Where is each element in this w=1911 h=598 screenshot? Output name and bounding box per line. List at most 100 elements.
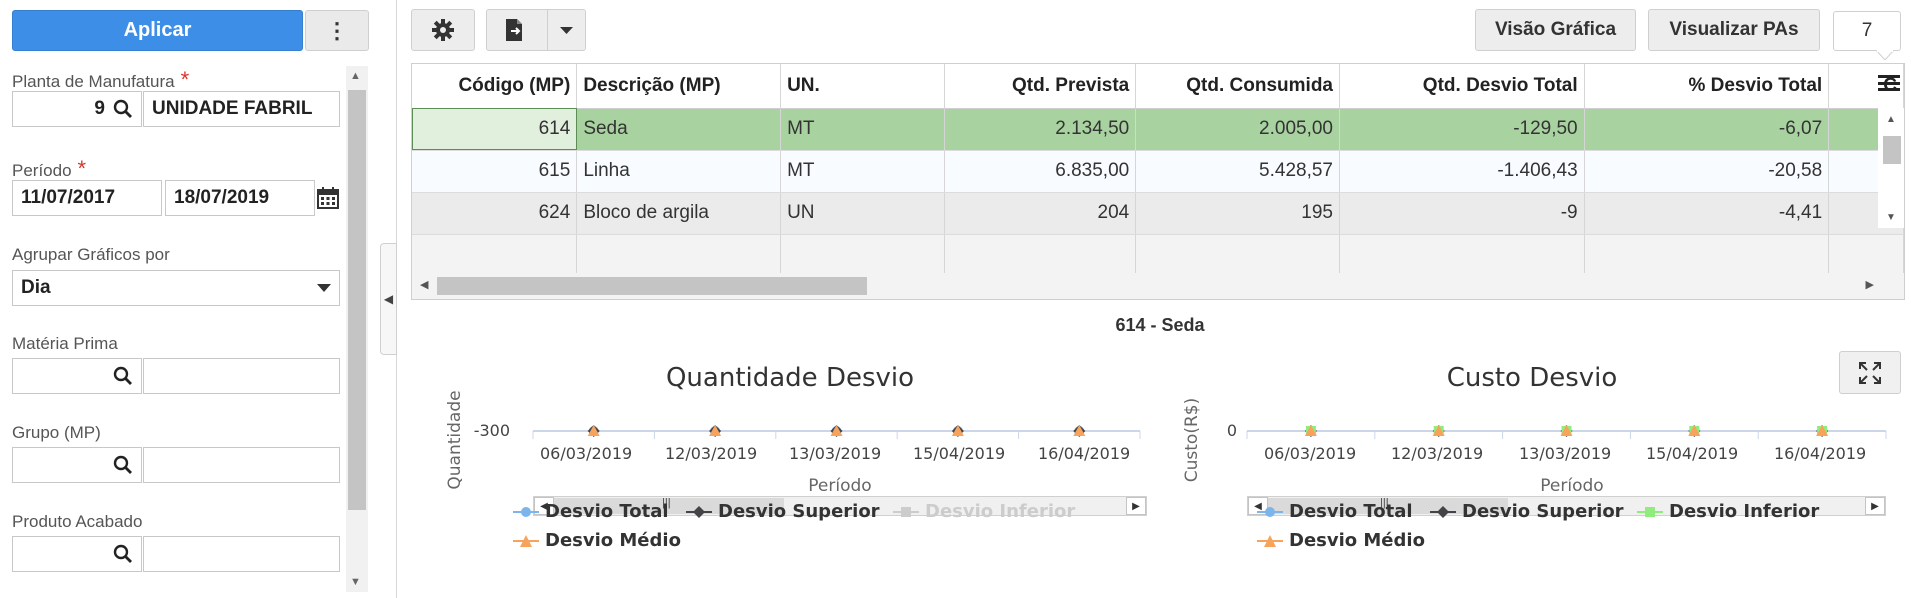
- column-header-qtd-consumida[interactable]: Qtd. Consumida: [1135, 64, 1340, 109]
- legend-circle-marker: [1257, 506, 1283, 517]
- legend-label: Desvio Total: [545, 501, 669, 522]
- scrollbar-thumb[interactable]: [437, 277, 867, 295]
- legend-label: Desvio Médio: [1289, 530, 1425, 551]
- cell-descricao[interactable]: Linha: [576, 150, 782, 193]
- export-button[interactable]: [486, 9, 586, 51]
- grid-horizontal-scrollbar[interactable]: ◀ ▶: [412, 273, 1904, 299]
- cell-pct-desvio-total[interactable]: -4,41: [1584, 192, 1830, 235]
- materia-prima-label: Matéria Prima: [12, 334, 118, 353]
- scrollbar-thumb[interactable]: [348, 90, 366, 510]
- collapse-panel-button[interactable]: ◀: [380, 243, 397, 355]
- cell-un[interactable]: UN: [780, 192, 945, 235]
- planta-code-input[interactable]: 9: [12, 91, 142, 127]
- column-header-pct-desvio-total[interactable]: % Desvio Total: [1584, 64, 1830, 109]
- legend-item-desvio-inferior[interactable]: Desvio Inferior: [1637, 501, 1819, 522]
- table-row[interactable]: 615 Linha MT 6.835,00 5.428,57 -1.406,43…: [412, 150, 1904, 193]
- chart-quantidade-desvio: Quantidade Desvio Quantidade -300 06/03/…: [430, 355, 1150, 555]
- search-icon[interactable]: [113, 366, 133, 386]
- legend-label: Desvio Médio: [545, 530, 681, 551]
- cell-qtd-prevista[interactable]: 2.134,50: [944, 108, 1137, 151]
- scroll-right-icon[interactable]: ▶: [1866, 278, 1874, 291]
- column-menu-icon[interactable]: [1878, 72, 1900, 94]
- legend-item-desvio-superior[interactable]: Desvio Superior: [686, 501, 880, 522]
- cell-pct-desvio-total[interactable]: -6,07: [1584, 108, 1830, 151]
- planta-label: Planta de Manufatura *: [12, 67, 190, 92]
- cell-qtd-consumida[interactable]: 5.428,57: [1135, 150, 1340, 193]
- column-header-qtd-prevista[interactable]: Qtd. Prevista: [944, 64, 1137, 109]
- scrollbar-thumb[interactable]: [1883, 136, 1901, 164]
- cell-descricao[interactable]: Seda: [576, 108, 782, 151]
- visao-grafica-button[interactable]: Visão Gráfica: [1475, 9, 1636, 51]
- scroll-down-icon[interactable]: ▼: [1886, 212, 1896, 223]
- x-tick-label: 16/04/2019: [1038, 444, 1131, 463]
- search-icon[interactable]: [113, 544, 133, 564]
- more-options-button[interactable]: ⋮: [305, 10, 369, 51]
- column-header-un[interactable]: UN.: [780, 64, 945, 109]
- legend-label: Desvio Superior: [1462, 501, 1624, 522]
- period-end-input[interactable]: 18/07/2019: [165, 180, 315, 216]
- grid-vertical-scrollbar[interactable]: ▲ ▼: [1878, 108, 1904, 228]
- grid-table: Código (MP) Descrição (MP) UN. Qtd. Prev…: [412, 64, 1904, 276]
- agrupar-select[interactable]: Dia: [12, 270, 340, 306]
- chevron-left-icon: ◀: [383, 292, 394, 306]
- panel-scrollbar[interactable]: ▲ ▼: [346, 66, 368, 592]
- table-row[interactable]: 614 Seda MT 2.134,50 2.005,00 -129,50 -6…: [412, 108, 1904, 151]
- x-tick-label: 06/03/2019: [540, 444, 633, 463]
- filter-panel: Aplicar ⋮ Planta de Manufatura * 9 UNIDAD…: [0, 0, 397, 598]
- visualizar-pas-button[interactable]: Visualizar PAs: [1648, 9, 1820, 51]
- grid-header-row: Código (MP) Descrição (MP) UN. Qtd. Prev…: [412, 64, 1904, 109]
- cell-qtd-desvio-total[interactable]: -9: [1339, 192, 1585, 235]
- materia-prima-code-input[interactable]: [12, 358, 142, 394]
- produto-label: Produto Acabado: [12, 512, 143, 531]
- calendar-icon[interactable]: [317, 187, 339, 209]
- scroll-up-icon[interactable]: ▲: [350, 70, 361, 82]
- apply-button[interactable]: Aplicar: [12, 10, 303, 51]
- cell-codigo[interactable]: 614: [412, 108, 578, 151]
- cell-qtd-consumida[interactable]: 2.005,00: [1135, 108, 1340, 151]
- navigator-right-button[interactable]: ▶: [1865, 497, 1885, 515]
- tooltip-pointer: [1876, 50, 1894, 60]
- legend-item-desvio-total[interactable]: Desvio Total: [1257, 501, 1413, 522]
- column-header-codigo[interactable]: Código (MP): [412, 64, 578, 109]
- scroll-left-icon[interactable]: ◀: [420, 278, 428, 291]
- cell-qtd-desvio-total[interactable]: -1.406,43: [1339, 150, 1585, 193]
- cell-un[interactable]: MT: [780, 108, 945, 151]
- produto-name-input[interactable]: [143, 536, 340, 572]
- search-icon[interactable]: [113, 455, 133, 475]
- settings-button[interactable]: [411, 9, 475, 51]
- legend-item-desvio-superior[interactable]: Desvio Superior: [1430, 501, 1624, 522]
- navigator-right-button[interactable]: ▶: [1126, 497, 1146, 515]
- cell-qtd-prevista[interactable]: 204: [944, 192, 1137, 235]
- x-axis-title: Período: [808, 476, 872, 496]
- cell-qtd-prevista[interactable]: 6.835,00: [944, 150, 1137, 193]
- grupo-name-input[interactable]: [143, 447, 340, 483]
- legend-item-desvio-medio[interactable]: Desvio Médio: [1257, 530, 1425, 551]
- x-tick-label: 06/03/2019: [1264, 444, 1357, 463]
- produto-code-input[interactable]: [12, 536, 142, 572]
- period-start-input[interactable]: 11/07/2017: [12, 180, 162, 216]
- cell-un[interactable]: MT: [780, 150, 945, 193]
- cell-codigo[interactable]: 615: [412, 150, 578, 193]
- cell-pct-desvio-total[interactable]: -20,58: [1584, 150, 1830, 193]
- cell-qtd-consumida[interactable]: 195: [1135, 192, 1340, 235]
- required-mark: *: [77, 156, 87, 181]
- cell-codigo[interactable]: 624: [412, 192, 578, 235]
- planta-code-value: 9: [94, 98, 105, 119]
- legend-item-desvio-medio[interactable]: Desvio Médio: [513, 530, 681, 551]
- column-header-qtd-desvio-total[interactable]: Qtd. Desvio Total: [1339, 64, 1585, 109]
- table-row[interactable]: 624 Bloco de argila UN 204 195 -9 -4,41: [412, 192, 1904, 235]
- legend-item-desvio-inferior[interactable]: Desvio Inferior: [893, 501, 1075, 522]
- cell-descricao[interactable]: Bloco de argila: [576, 192, 782, 235]
- chevron-down-icon: [317, 284, 331, 292]
- scroll-down-icon[interactable]: ▼: [350, 576, 361, 588]
- planta-name-input[interactable]: UNIDADE FABRIL: [143, 91, 340, 127]
- cell-qtd-desvio-total[interactable]: -129,50: [1339, 108, 1585, 151]
- column-header-descricao[interactable]: Descrição (MP): [576, 64, 782, 109]
- search-icon[interactable]: [113, 99, 133, 119]
- materia-prima-name-input[interactable]: [143, 358, 340, 394]
- grupo-code-input[interactable]: [12, 447, 142, 483]
- scroll-up-icon[interactable]: ▲: [1886, 114, 1896, 125]
- page-count-badge[interactable]: 7: [1833, 11, 1901, 51]
- x-tick-label: 16/04/2019: [1774, 444, 1867, 463]
- legend-item-desvio-total[interactable]: Desvio Total: [513, 501, 669, 522]
